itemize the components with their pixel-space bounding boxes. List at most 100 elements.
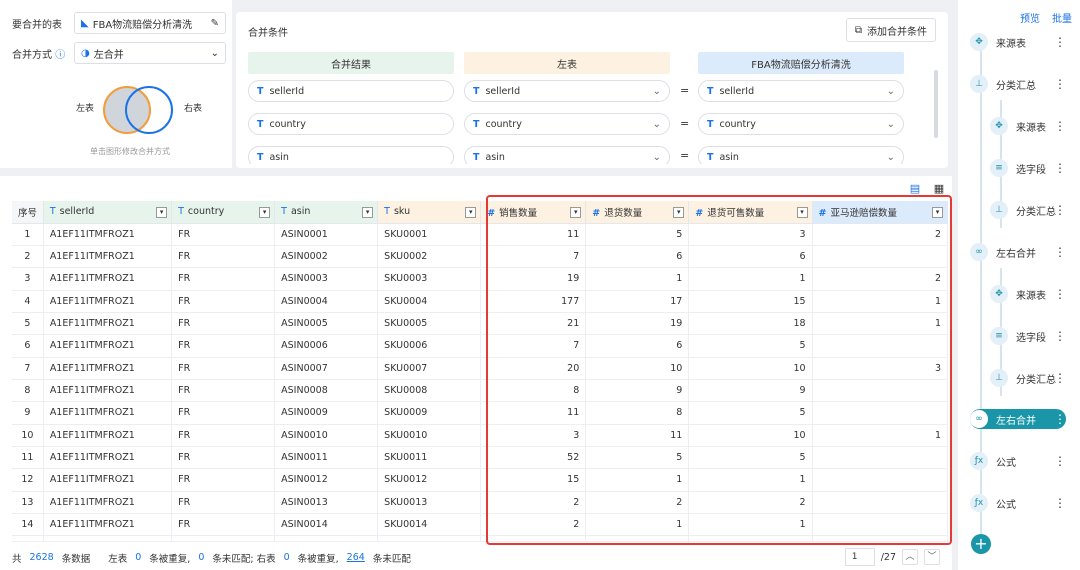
table-cell[interactable]: 5	[12, 312, 44, 336]
table-cell[interactable]: ASIN0012	[274, 468, 379, 492]
table-cell[interactable]: SKU0007	[377, 357, 482, 380]
column-header[interactable]: Tsku ▾	[377, 201, 482, 224]
table-cell[interactable]: FR	[171, 401, 276, 425]
table-cell[interactable]: 9	[12, 401, 44, 425]
table-cell[interactable]: FR	[171, 379, 276, 403]
flow-node[interactable]: ƒx 公式 ⋮	[970, 493, 1066, 513]
table-cell[interactable]: 6	[585, 334, 690, 358]
table-cell[interactable]: FR	[171, 312, 276, 336]
table-cell[interactable]: 5	[688, 446, 813, 470]
column-dropdown-icon[interactable]: ▾	[673, 207, 685, 218]
column-dropdown-icon[interactable]: ▾	[156, 207, 168, 218]
table-cell[interactable]: ASIN0010	[274, 424, 379, 447]
table-cell[interactable]: SKU0008	[377, 379, 482, 403]
table-cell[interactable]: SKU0014	[377, 513, 482, 537]
table-cell[interactable]: ASIN0014	[274, 513, 379, 537]
page-input[interactable]: 1	[844, 548, 875, 566]
table-cell[interactable]	[812, 334, 949, 358]
table-cell[interactable]: 19	[585, 312, 690, 336]
table-cell[interactable]: 6	[688, 245, 813, 269]
table-cell[interactable]: ASIN0005	[274, 312, 379, 336]
table-cell[interactable]: 18	[688, 312, 813, 336]
table-cell[interactable]	[812, 401, 949, 425]
table-cell[interactable]: FR	[171, 468, 276, 492]
table-cell[interactable]: 10	[688, 357, 813, 380]
column-header[interactable]: 序号	[12, 201, 44, 224]
table-cell[interactable]: 1	[585, 468, 690, 492]
table-cell[interactable]: ASIN0007	[274, 357, 379, 380]
table-row[interactable]: 5 A1EF11ITMFROZ1 FR ASIN0005 SKU0005 21 19 18 1	[12, 312, 949, 336]
table-cell[interactable]: 2	[688, 491, 813, 514]
right-field-2[interactable]: Tcountry ⌄	[698, 113, 904, 135]
table-cell[interactable]: A1EF11ITMFROZ1	[43, 334, 173, 358]
table-cell[interactable]: A1EF11ITMFROZ1	[43, 267, 173, 291]
batch-link[interactable]: 批量	[1052, 10, 1072, 25]
table-cell[interactable]: 3	[812, 357, 949, 380]
table-cell[interactable]: 15	[688, 290, 813, 313]
table-cell[interactable]: 6	[585, 245, 690, 269]
table-cell[interactable]: SKU0011	[377, 446, 482, 470]
table-cell[interactable]: 1	[688, 468, 813, 492]
flow-node[interactable]: ⊥ 分类汇总 ⋮	[990, 200, 1066, 220]
column-dropdown-icon[interactable]: ▾	[796, 207, 808, 218]
table-cell[interactable]: ASIN0013	[274, 491, 379, 514]
table-cell[interactable]: 10	[688, 424, 813, 447]
table-cell[interactable]: FR	[171, 334, 276, 358]
table-row[interactable]: 14 A1EF11ITMFROZ1 FR ASIN0014 SKU0014 2 1 1	[12, 513, 949, 537]
table-cell[interactable]: 11	[480, 401, 587, 425]
more-icon[interactable]: ⋮	[1054, 412, 1066, 426]
table-cell[interactable]: SKU0002	[377, 245, 482, 269]
table-row[interactable]: 10 A1EF11ITMFROZ1 FR ASIN0010 SKU0010 3 11 10 1	[12, 424, 949, 447]
add-step-button[interactable]: +	[971, 534, 991, 554]
table-cell[interactable]: 2	[585, 491, 690, 514]
more-icon[interactable]: ⋮	[1054, 371, 1066, 385]
conditions-scrollbar[interactable]	[934, 70, 938, 138]
column-dropdown-icon[interactable]: ▾	[362, 207, 374, 218]
flow-node[interactable]: ∞ 左右合并 ⋮	[970, 409, 1066, 429]
table-cell[interactable]: 15	[480, 468, 587, 492]
table-cell[interactable]: SKU0003	[377, 267, 482, 291]
table-cell[interactable]: A1EF11ITMFROZ1	[43, 379, 173, 403]
table-cell[interactable]: 14	[12, 513, 44, 537]
table-cell[interactable]: ASIN0009	[274, 401, 379, 425]
left-field-1[interactable]: TsellerId ⌄	[464, 80, 670, 102]
column-header[interactable]: Tcountry ▾	[171, 201, 276, 224]
method-select[interactable]: ◑ 左合并 ⌄	[74, 42, 226, 64]
table-cell[interactable]: 2	[812, 267, 949, 291]
table-cell[interactable]: SKU0001	[377, 223, 482, 246]
add-condition-button[interactable]: ⧉ 添加合并条件	[845, 18, 936, 42]
table-cell[interactable]: 11	[480, 223, 587, 246]
table-cell[interactable]: 177	[480, 290, 587, 313]
more-icon[interactable]: ⋮	[1054, 287, 1066, 301]
column-dropdown-icon[interactable]: ▾	[465, 207, 477, 218]
table-cell[interactable]: SKU0006	[377, 334, 482, 358]
edit-icon[interactable]: ✎	[211, 18, 219, 29]
flow-node[interactable]: ✥ 来源表 ⋮	[990, 284, 1066, 304]
table-cell[interactable]: 5	[585, 446, 690, 470]
table-cell[interactable]: 17	[585, 290, 690, 313]
table-cell[interactable]: ASIN0002	[274, 245, 379, 269]
more-icon[interactable]: ⋮	[1054, 35, 1066, 49]
table-cell[interactable]: ASIN0004	[274, 290, 379, 313]
table-cell[interactable]: 11	[12, 446, 44, 470]
table-cell[interactable]: 2	[812, 223, 949, 246]
table-cell[interactable]: 1	[585, 267, 690, 291]
page-down-button[interactable]: ﹀	[924, 549, 940, 565]
table-cell[interactable]: SKU0010	[377, 424, 482, 447]
table-cell[interactable]: SKU0004	[377, 290, 482, 313]
table-cell[interactable]: A1EF11ITMFROZ1	[43, 513, 173, 537]
table-cell[interactable]: 8	[480, 379, 587, 403]
table-cell[interactable]: ASIN0001	[274, 223, 379, 246]
table-cell[interactable]: A1EF11ITMFROZ1	[43, 357, 173, 380]
flow-node[interactable]: ∞ 左右合并 ⋮	[970, 242, 1066, 262]
table-select[interactable]: ◣ FBA物流赔偿分析清洗 ✎	[74, 12, 226, 34]
table-cell[interactable]: 8	[585, 401, 690, 425]
flow-node[interactable]: ⊥ 分类汇总 ⋮	[970, 74, 1066, 94]
table-cell[interactable]: 19	[480, 267, 587, 291]
table-cell[interactable]: 6	[12, 334, 44, 358]
column-header[interactable]: # 退货可售数量 ▾	[688, 201, 813, 224]
more-icon[interactable]: ⋮	[1054, 329, 1066, 343]
table-cell[interactable]: 3	[688, 223, 813, 246]
table-cell[interactable]: 2	[480, 513, 587, 537]
table-cell[interactable]: 12	[12, 468, 44, 492]
